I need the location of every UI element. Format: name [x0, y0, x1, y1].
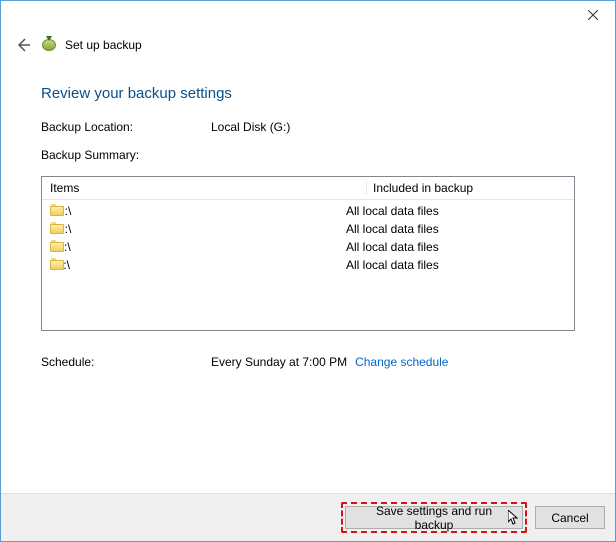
close-icon	[588, 10, 598, 20]
included-label: All local data files	[346, 202, 574, 220]
wizard-title: Set up backup	[65, 38, 142, 52]
back-button[interactable]	[13, 35, 33, 55]
column-header-included[interactable]: Included in backup	[366, 181, 574, 195]
backup-location-value: Local Disk (G:)	[211, 120, 290, 134]
content-area: Review your backup settings Backup Locat…	[1, 55, 615, 493]
column-header-items[interactable]: Items	[50, 181, 366, 195]
included-label: All local data files	[346, 256, 574, 274]
backup-summary-label: Backup Summary:	[41, 148, 139, 162]
schedule-label: Schedule:	[41, 355, 211, 369]
backup-location-row: Backup Location: Local Disk (G:)	[41, 120, 575, 134]
backup-location-label: Backup Location:	[41, 120, 211, 134]
back-arrow-icon	[15, 37, 31, 53]
table-row[interactable]: E:\ All local data files	[50, 238, 574, 256]
wizard-header: Set up backup	[1, 31, 615, 55]
save-and-run-label: Save settings and run backup	[358, 504, 510, 532]
backup-wizard-window: Set up backup Review your backup setting…	[0, 0, 616, 542]
backup-summary-table: Items Included in backup C:\ All local d…	[41, 176, 575, 331]
schedule-row: Schedule: Every Sunday at 7:00 PM Change…	[41, 355, 575, 369]
backup-icon	[41, 37, 57, 53]
included-label: All local data files	[346, 220, 574, 238]
change-schedule-link[interactable]: Change schedule	[355, 355, 448, 369]
primary-button-highlight: Save settings and run backup	[341, 502, 527, 533]
save-and-run-button[interactable]: Save settings and run backup	[345, 506, 523, 529]
page-heading: Review your backup settings	[41, 85, 575, 102]
backup-summary-label-row: Backup Summary:	[41, 148, 575, 162]
close-button[interactable]	[570, 1, 615, 29]
table-row[interactable]: D:\ All local data files	[50, 220, 574, 238]
table-header: Items Included in backup	[42, 177, 574, 200]
cancel-button[interactable]: Cancel	[535, 506, 605, 529]
included-label: All local data files	[346, 238, 574, 256]
schedule-value: Every Sunday at 7:00 PM	[211, 355, 347, 369]
table-body: C:\ All local data files D:\ All local d…	[42, 200, 574, 274]
titlebar	[1, 1, 615, 31]
table-row[interactable]: F:\ All local data files	[50, 256, 574, 274]
table-row[interactable]: C:\ All local data files	[50, 202, 574, 220]
footer: Save settings and run backup Cancel	[1, 493, 615, 541]
